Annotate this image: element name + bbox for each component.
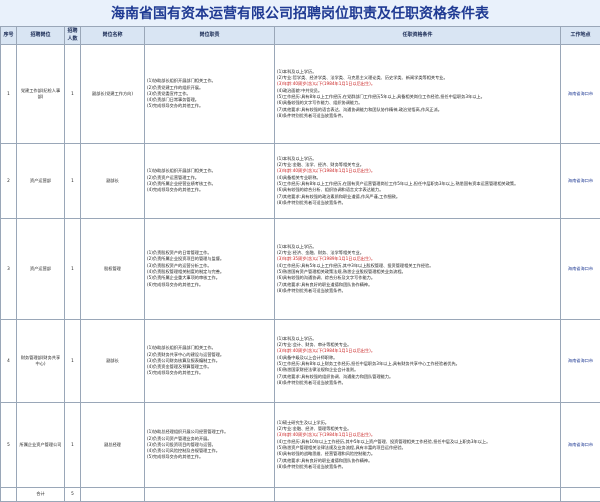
row-duty-cell: (1)负责股权资产的日常管理工作。 (2)负责所属企业投资项目的管理与监督。 (… [145,219,275,320]
row-location-cell: 海南省海口市 [561,219,600,320]
row-location-cell: 海南省海口市 [561,403,600,488]
row-dept-cell: 资产运营部 [17,219,65,320]
header-req: 任职资格条件 [275,27,561,45]
sheet-title: 海南省国有资本运营有限公司招聘岗位职责及任职资格条件表 [0,0,600,27]
row-duty-cell: (1)协助总经理组织开展公司经营管理工作。 (2)负责公司资产管理业务的开展。 … [145,403,275,488]
row-position-cell: 副总经理 [81,403,145,488]
row-duty-cell: (1)协助部长组织开展部门相关工作。 (2)负责党建工作的组织开展。 (3)负责… [145,45,275,144]
row-no-cell: 1 [1,45,17,144]
total-row: 合计 5 [1,488,600,502]
row-duty-cell: (1)协助部长组织开展部门相关工作。 (2)负责资产运营管理工作。 (3)负责所… [145,144,275,219]
row-position-cell: 副部长 [81,144,145,219]
row-count-cell: 1 [65,320,81,403]
header-count: 招聘人数 [65,27,81,45]
row-dept-cell: 资产运营部 [17,144,65,219]
row-position-cell: 副部长 [81,320,145,403]
row-position-cell: 副部长(党建工作方向) [81,45,145,144]
total-label-cell: 合计 [17,488,65,502]
req-line: (8)条件特别优秀者可适当放宽条件。 [277,113,558,119]
row-duty-cell: (1)协助部长组织开展部门相关工作。 (2)负责财务共享中心的建设与运营管理。 … [145,320,275,403]
row-req-cell: (1)本科及以上学历。(2)专业:金融、法学、经济、财务等相关专业。(3)年龄:… [275,144,561,219]
header-dept: 招聘岗位 [17,27,65,45]
header-duty: 岗位职责 [145,27,275,45]
row-dept-cell: 党建工作部(纪检人事部) [17,45,65,144]
row-count-cell: 1 [65,219,81,320]
total-empty-cell [561,488,600,502]
table-row: 5所属企业资产管理公司1副总经理(1)协助总经理组织开展公司经营管理工作。 (2… [1,403,600,488]
req-line: (8)条件特别优秀者可适当放宽条件。 [277,380,558,386]
row-location-cell: 海南省海口市 [561,320,600,403]
row-no-cell: 2 [1,144,17,219]
row-no-cell: 5 [1,403,17,488]
total-empty-cell [145,488,275,502]
row-no-cell: 4 [1,320,17,403]
row-dept-cell: 财务管理部(财务共享中心) [17,320,65,403]
row-req-cell: (1)本科及以上学历。(2)专业:经济、金融、财务、法学等相关专业。(3)年龄:… [275,219,561,320]
row-count-cell: 1 [65,403,81,488]
table-row: 1党建工作部(纪检人事部)1副部长(党建工作方向)(1)协助部长组织开展部门相关… [1,45,600,144]
row-dept-cell: 所属企业资产管理公司 [17,403,65,488]
total-count-cell: 5 [65,488,81,502]
total-empty-cell [275,488,561,502]
recruitment-sheet: 海南省国有资本运营有限公司招聘岗位职责及任职资格条件表 序号 招聘岗位 招聘人数… [0,0,600,496]
row-count-cell: 1 [65,144,81,219]
table-row: 2资产运营部1副部长(1)协助部长组织开展部门相关工作。 (2)负责资产运营管理… [1,144,600,219]
row-req-cell: (1)本科及以上学历。(2)专业:哲学类、经济学类、法学类、马克思主义理论类、历… [275,45,561,144]
header-row: 序号 招聘岗位 招聘人数 岗位名称 岗位职责 任职资格条件 工作地点 [1,27,600,45]
header-location: 工作地点 [561,27,600,45]
req-line: (8)条件特别优秀者可适当放宽条件。 [277,464,558,470]
recruitment-table: 序号 招聘岗位 招聘人数 岗位名称 岗位职责 任职资格条件 工作地点 1党建工作… [0,26,600,502]
row-req-cell: (1)本科及以上学历。(2)专业:会计、财务、审计等相关专业。(3)年龄:40周… [275,320,561,403]
header-no: 序号 [1,27,17,45]
row-no-cell: 3 [1,219,17,320]
total-no-cell [1,488,17,502]
req-line: (8)条件特别优秀者可适当放宽条件。 [277,200,558,206]
table-row: 3资产运营部1股权管理(1)负责股权资产的日常管理工作。 (2)负责所属企业投资… [1,219,600,320]
header-position: 岗位名称 [81,27,145,45]
req-line: (8)条件特别优秀者可适当放宽条件。 [277,288,558,294]
row-location-cell: 海南省海口市 [561,45,600,144]
total-empty-cell [81,488,145,502]
table-row: 4财务管理部(财务共享中心)1副部长(1)协助部长组织开展部门相关工作。 (2)… [1,320,600,403]
row-location-cell: 海南省海口市 [561,144,600,219]
row-position-cell: 股权管理 [81,219,145,320]
row-count-cell: 1 [65,45,81,144]
row-req-cell: (1)硕士研究生及以上学历。(2)专业:金融、经济、管理等相关专业。(3)年龄:… [275,403,561,488]
